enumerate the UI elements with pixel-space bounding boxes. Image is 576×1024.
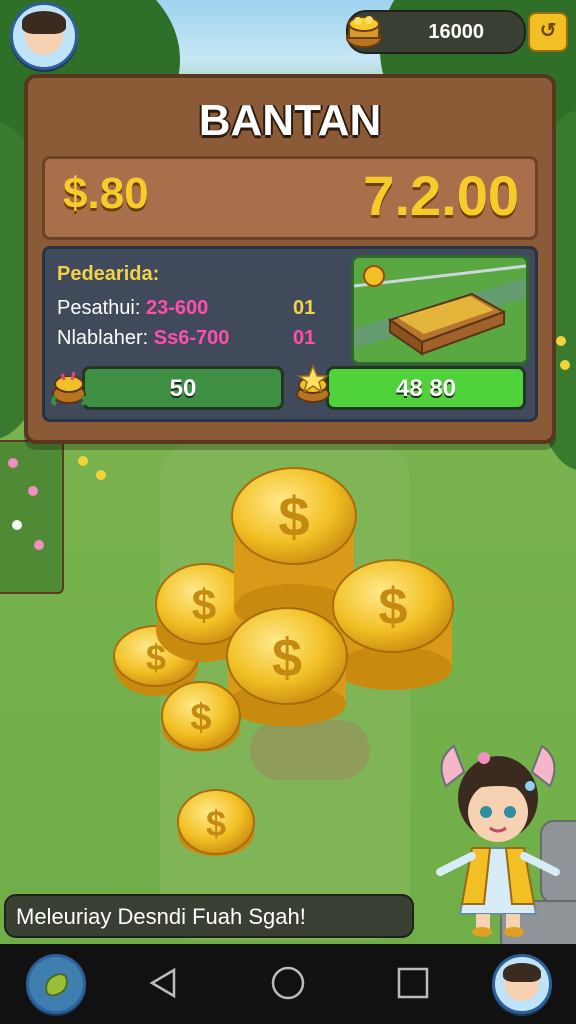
svg-text:$: $ (206, 803, 226, 844)
recents-icon[interactable] (396, 966, 430, 1000)
profile-icon (502, 962, 542, 1001)
svg-text:$: $ (192, 581, 216, 630)
coin: $ (332, 559, 454, 690)
svg-text:$: $ (272, 628, 302, 688)
farmer-girl-character[interactable] (432, 728, 564, 938)
svg-text:$: $ (379, 578, 408, 636)
coin: $ (161, 681, 241, 752)
svg-text:$: $ (278, 485, 309, 548)
crop-basket-icon (51, 371, 87, 406)
svg-text:$: $ (190, 697, 211, 739)
inventory-icon (45, 973, 68, 997)
hint-banner: Meleuriay Desndi Fuah Sgah! (4, 894, 414, 938)
coin: $ (177, 789, 255, 856)
star-basket-icon (296, 364, 330, 403)
hint-text: Meleuriay Desndi Fuah Sgah! (16, 904, 306, 929)
system-navbar (0, 944, 576, 1024)
coin: $ (226, 607, 348, 726)
inventory-button[interactable] (26, 954, 86, 1014)
profile-button[interactable] (492, 954, 552, 1014)
back-icon[interactable] (146, 966, 180, 1000)
home-icon[interactable] (271, 966, 305, 1000)
